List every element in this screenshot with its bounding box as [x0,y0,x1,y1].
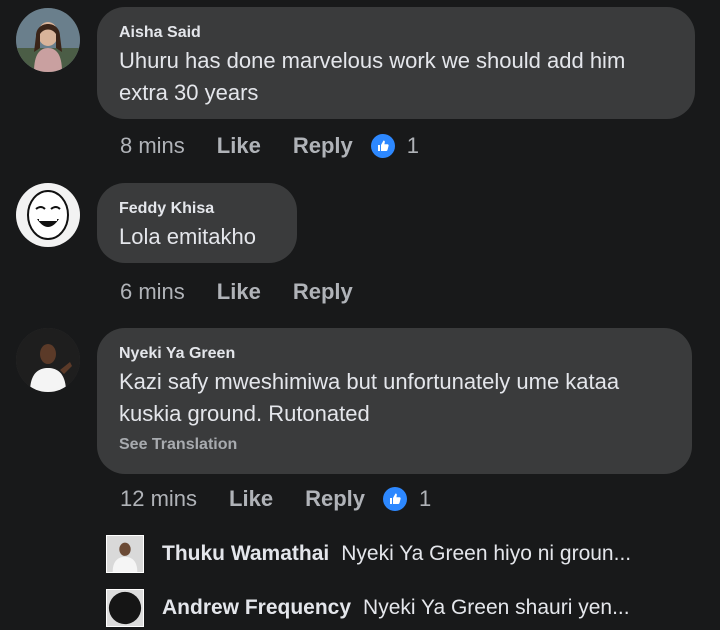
reply-button[interactable]: Reply [293,279,353,305]
thumbs-up-icon[interactable] [370,134,395,158]
comment-text-line: extra 30 years [119,80,259,105]
comment-text: Uhuru has done marvelous work we should … [119,45,673,109]
like-button[interactable]: Like [217,133,261,159]
reply-button[interactable]: Reply [293,133,353,159]
comment-text: Kazi safy mweshimiwa but unfortunately u… [119,366,670,430]
comment-timestamp[interactable]: 8 mins [120,133,185,159]
comment-text-line: kuskia ground. Rutonated [119,401,370,426]
avatar-andrew-frequency[interactable] [106,589,144,627]
comment-bubble-aisha: Aisha Said Uhuru has done marvelous work… [97,7,695,119]
thumbs-up-icon[interactable] [383,487,407,511]
comment-author[interactable]: Feddy Khisa [119,199,275,219]
reply-preview[interactable]: Andrew Frequency Nyeki Ya Green shauri y… [106,588,630,628]
comment-timestamp[interactable]: 6 mins [120,279,185,305]
avatar-aisha-said[interactable] [16,8,80,72]
reply-button[interactable]: Reply [305,486,365,512]
reply-snippet: Nyeki Ya Green shauri yen... [363,596,630,619]
reply-author[interactable]: Andrew Frequency [162,596,351,620]
reply-author[interactable]: Thuku Wamathai [162,542,329,566]
avatar-nyeki-ya-green[interactable] [16,328,80,392]
like-button[interactable]: Like [229,486,273,512]
reply-preview[interactable]: Thuku Wamathai Nyeki Ya Green hiyo ni gr… [106,534,631,574]
comment-bubble-feddy: Feddy Khisa Lola emitakho [97,183,297,263]
comment-bubble-nyeki: Nyeki Ya Green Kazi safy mweshimiwa but … [97,328,692,474]
reply-snippet: Nyeki Ya Green hiyo ni groun... [341,542,632,565]
comment-text-line: Kazi safy mweshimiwa but unfortunately u… [119,369,620,394]
comment-timestamp[interactable]: 12 mins [120,486,197,512]
comment-author[interactable]: Nyeki Ya Green [119,344,670,364]
see-translation-link[interactable]: See Translation [119,436,670,454]
reaction-count[interactable]: 1 [419,486,431,512]
avatar-thuku-wamathai[interactable] [106,535,144,573]
comments-section: Aisha Said Uhuru has done marvelous work… [0,0,720,630]
comment-author[interactable]: Aisha Said [119,23,673,43]
avatar-feddy-khisa[interactable] [16,183,80,247]
comment-actions: 8 mins Like Reply 1 [120,130,419,162]
reaction-count[interactable]: 1 [407,133,419,159]
comment-text-line: Uhuru has done marvelous work we should … [119,48,626,73]
comment-text: Lola emitakho [119,224,256,249]
comment-actions: 6 mins Like Reply [120,276,371,308]
like-button[interactable]: Like [217,279,261,305]
comment-actions: 12 mins Like Reply 1 [120,483,431,515]
